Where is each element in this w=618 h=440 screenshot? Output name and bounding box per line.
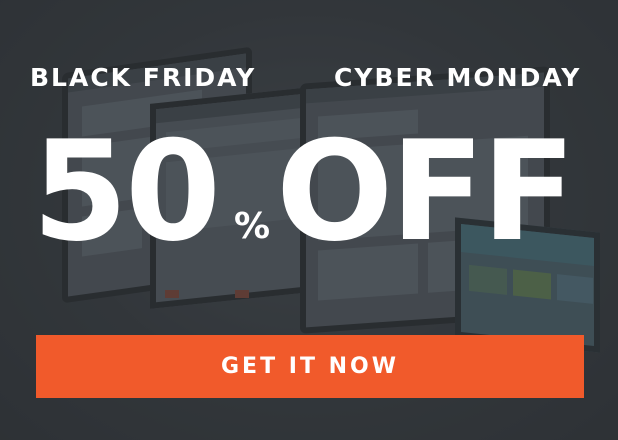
discount-number: 50 [32,111,221,272]
black-friday-heading: BLACK FRIDAY [30,63,257,92]
get-it-now-label: GET IT NOW [221,354,399,379]
promo-banner: BLACK FRIDAY CYBER MONDAY 50 % OFF GET I… [0,0,618,440]
cyber-monday-heading: CYBER MONDAY [334,63,582,92]
get-it-now-button[interactable]: GET IT NOW [36,335,584,398]
discount-off-text: OFF [276,111,576,272]
percent-symbol: % [234,206,271,247]
